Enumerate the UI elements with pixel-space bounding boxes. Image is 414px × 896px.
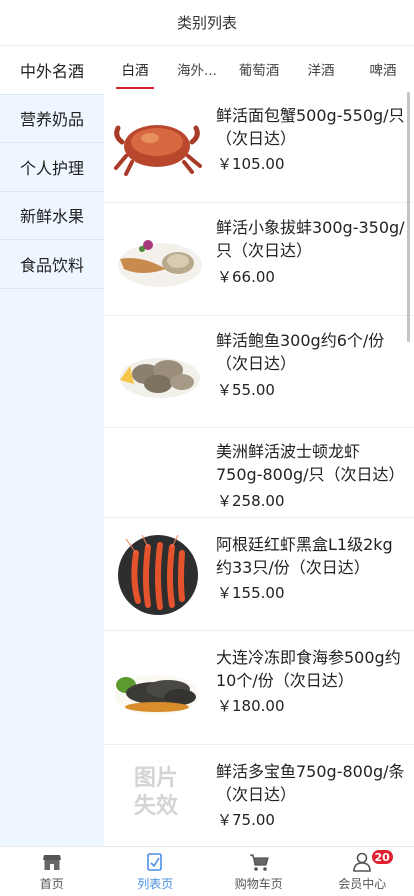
product-item[interactable]: 美洲鲜活波士顿龙虾750g-800g/只（次日达） ￥258.00 [104, 428, 414, 518]
sidebar-item-label: 营养奶品 [19, 110, 84, 130]
tab-beer[interactable]: 啤酒 [352, 46, 414, 92]
tabbar-label: 列表页 [137, 877, 174, 891]
list-scrollbar[interactable] [407, 92, 410, 342]
product-item[interactable]: 阿根廷红虾黑盒L1级2kg约33只/份（次日达） ￥155.00 [104, 518, 414, 631]
sea-cucumber-image [115, 675, 199, 715]
sidebar-item-label: 个人护理 [19, 158, 84, 178]
sidebar-item-dairy[interactable]: 营养奶品 [0, 94, 104, 143]
product-price: ￥75.00 [217, 811, 275, 829]
tabbar-home[interactable]: 首页 [0, 847, 104, 896]
product-name: 鲜活多宝鱼750g-800g/条（次日达） [216, 762, 405, 804]
product-list: 鲜活面包蟹500g-550g/只（次日达） ￥105.00 鲜活小象拔蚌300g… [104, 92, 414, 846]
product-name: 鲜活小象拔蚌300g-350g/只（次日达） [216, 218, 405, 260]
tabbar-member[interactable]: 会员中心 20 [311, 847, 414, 896]
product-item[interactable]: 图片失效 鲜活多宝鱼750g-800g/条（次日达） ￥75.00 [104, 745, 414, 846]
product-price: ￥105.00 [217, 155, 285, 173]
tabbar-label: 首页 [39, 877, 64, 891]
product-item[interactable]: 鲜活小象拔蚌300g-350g/只（次日达） ￥66.00 [104, 203, 414, 316]
shrimp-image [118, 534, 198, 615]
page-title: 类别列表 [176, 14, 237, 32]
category-sidebar: 中外名酒 营养奶品 个人护理 新鲜水果 食品饮料 [0, 46, 104, 846]
product-price: ￥180.00 [217, 697, 285, 715]
list-icon [147, 853, 163, 871]
cart-count-badge: 20 [370, 849, 394, 865]
sidebar-item-liquor[interactable]: 中外名酒 [0, 46, 104, 95]
product-name: 阿根廷红虾黑盒L1级2kg约33只/份（次日达） [216, 535, 393, 577]
clam-image [118, 240, 202, 287]
tabbar-label: 会员中心 [338, 877, 387, 891]
product-item[interactable]: 鲜活面包蟹500g-550g/只（次日达） ￥105.00 [104, 92, 414, 203]
store-icon [42, 855, 61, 870]
sidebar-item-personal-care[interactable]: 个人护理 [0, 143, 104, 192]
crab-image [114, 125, 202, 176]
sidebar-item-label: 新鲜水果 [19, 207, 84, 227]
sidebar-item-label: 食品饮料 [19, 255, 84, 275]
product-price: ￥258.00 [217, 492, 285, 510]
sidebar-item-food-drinks[interactable]: 食品饮料 [0, 240, 104, 289]
tabbar-list[interactable]: 列表页 [104, 847, 208, 896]
tab-wine[interactable]: 葡萄酒 [228, 46, 290, 92]
sidebar-item-label: 中外名酒 [19, 61, 84, 81]
product-item[interactable]: 大连冷冻即食海参500g约10个/份（次日达） ￥180.00 [104, 631, 414, 745]
tab-foreign-liquor[interactable]: 洋酒 [290, 46, 352, 92]
broken-image-placeholder: 图片失效 [133, 766, 178, 819]
header: 类别列表 [0, 0, 414, 46]
product-price: ￥155.00 [217, 584, 285, 602]
tabbar-cart[interactable]: 购物车页 [207, 847, 311, 896]
product-item[interactable]: 鲜活鲍鱼300g约6个/份（次日达） ￥55.00 [104, 316, 414, 428]
cart-icon [249, 854, 269, 871]
product-name: 美洲鲜活波士顿龙虾750g-800g/只（次日达） [216, 442, 405, 484]
product-name: 鲜活鲍鱼300g约6个/份（次日达） [216, 331, 385, 373]
sidebar-item-fruit[interactable]: 新鲜水果 [0, 191, 104, 240]
tab-overseas[interactable]: 海外... [166, 46, 228, 92]
subcategory-tabs: 白酒 海外... 葡萄酒 洋酒 啤酒 [104, 46, 414, 92]
product-name: 鲜活面包蟹500g-550g/只（次日达） [216, 106, 405, 148]
product-price: ￥66.00 [217, 268, 275, 286]
user-icon [353, 852, 372, 872]
product-price: ￥55.00 [217, 381, 275, 399]
product-name: 大连冷冻即食海参500g约10个/份（次日达） [216, 648, 401, 690]
tabbar-label: 购物车页 [234, 877, 283, 891]
abalone-image [120, 358, 200, 398]
tab-baijiu[interactable]: 白酒 [104, 46, 166, 92]
bottom-tab-bar: 首页 列表页 购物车页 会员中心 20 [0, 846, 414, 896]
